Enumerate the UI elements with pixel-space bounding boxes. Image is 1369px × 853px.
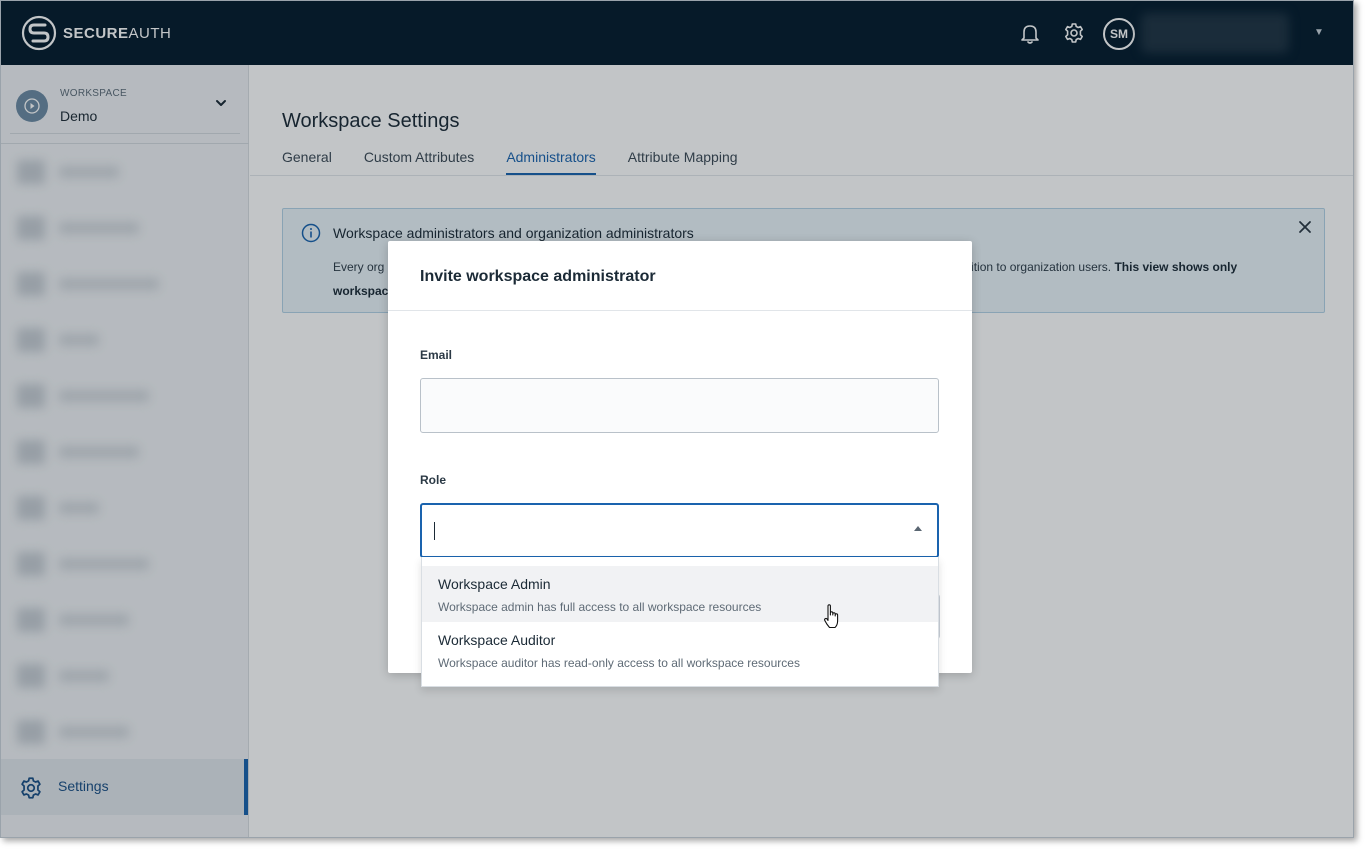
- option-label: Workspace Admin: [438, 576, 551, 592]
- option-description: Workspace auditor has read-only access t…: [438, 656, 800, 670]
- modal-divider: [388, 310, 972, 311]
- role-option-workspace-admin[interactable]: Workspace Admin Workspace admin has full…: [422, 566, 938, 622]
- email-field[interactable]: [420, 378, 939, 433]
- option-description: Workspace admin has full access to all w…: [438, 600, 762, 614]
- app-window: SECUREAUTH SM ▼ WORKSPACE Demo Settings …: [0, 0, 1354, 838]
- role-option-workspace-auditor[interactable]: Workspace Auditor Workspace auditor has …: [422, 622, 938, 678]
- role-select[interactable]: [420, 503, 939, 558]
- email-label: Email: [420, 348, 453, 362]
- modal-title: Invite workspace administrator: [420, 268, 656, 285]
- option-label: Workspace Auditor: [438, 632, 556, 648]
- hand-pointer-icon: [823, 604, 841, 635]
- caret-up-icon[interactable]: [914, 526, 922, 531]
- role-dropdown: Workspace Admin Workspace admin has full…: [421, 557, 939, 687]
- role-label: Role: [420, 473, 447, 487]
- text-cursor: [434, 522, 435, 540]
